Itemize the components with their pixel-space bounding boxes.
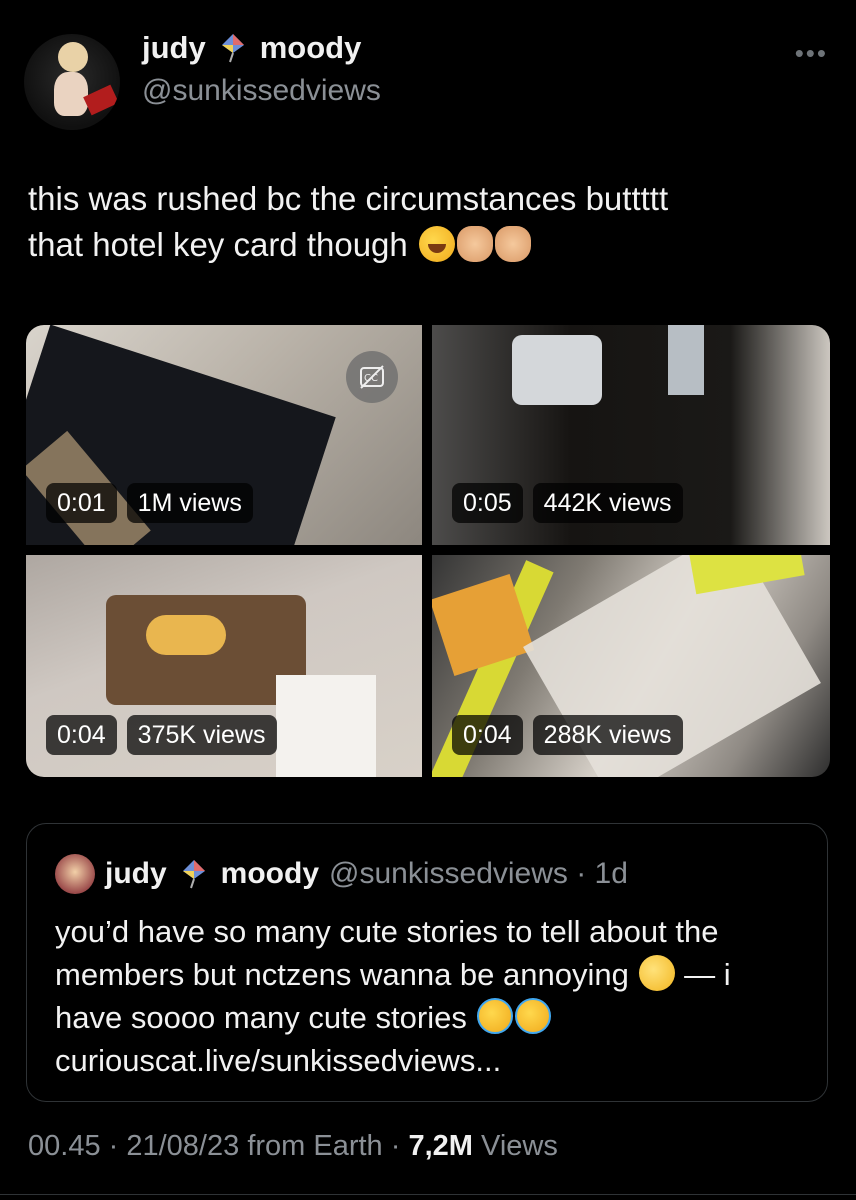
divider [0, 1194, 856, 1195]
video-views: 442K views [532, 483, 683, 523]
video-duration: 0:01 [46, 483, 117, 523]
quoted-handle-time: @sunkissedviews · 1d [329, 857, 628, 890]
crying-emoji [477, 998, 514, 1034]
author-name-first: judy [142, 30, 206, 65]
author-avatar[interactable] [24, 34, 120, 130]
media-grid: CC 0:01 1M views 0:05 442K views 0:04 37… [26, 325, 830, 777]
author-handle[interactable]: @sunkissedviews [142, 74, 381, 108]
quoted-text-line1: you’d have so many cute stories to tell … [55, 914, 719, 949]
video-thumbnail-1[interactable]: CC 0:01 1M views [26, 325, 422, 545]
quoted-post[interactable]: judy moody @sunkissedviews · 1d you’d ha… [26, 823, 828, 1102]
video-thumbnail-3[interactable]: 0:04 375K views [26, 555, 422, 777]
quoted-post-header: judy moody @sunkissedviews · 1d [55, 854, 628, 894]
views-count: 7,2M [408, 1130, 473, 1162]
video-duration: 0:04 [46, 715, 117, 755]
author-name-last: moody [259, 30, 362, 65]
video-thumbnail-2[interactable]: 0:05 442K views [432, 325, 830, 545]
post-source: from Earth [247, 1130, 383, 1162]
more-options-button[interactable]: ••• [795, 38, 828, 69]
views-label: Views [481, 1130, 558, 1162]
quoted-name-last: moody [220, 857, 320, 890]
raised-hands-emoji [456, 226, 493, 262]
quoted-name-first: judy [105, 857, 167, 890]
author-name[interactable]: judy moody [142, 30, 361, 66]
video-thumbnail-4[interactable]: 0:04 288K views [432, 555, 830, 777]
kite-icon [221, 34, 244, 63]
rolling-eyes-emoji [639, 955, 676, 991]
cc-icon[interactable]: CC [346, 351, 398, 403]
post-text: this was rushed bc the circumstances but… [28, 176, 818, 268]
post-time: 00.45 [28, 1130, 101, 1162]
laughing-emoji [418, 226, 455, 262]
quoted-link[interactable]: curiouscat.live/sunkissedviews... [55, 1039, 795, 1082]
quoted-text: you’d have so many cute stories to tell … [55, 910, 795, 1082]
video-duration: 0:05 [452, 483, 523, 523]
post-text-line1: this was rushed bc the circumstances but… [28, 180, 669, 217]
video-views: 288K views [532, 715, 683, 755]
quoted-text-line2: members but nctzens wanna be annoying — … [55, 955, 731, 992]
post-date: 21/08/23 [126, 1130, 240, 1162]
video-views: 375K views [126, 715, 277, 755]
kite-icon [182, 860, 205, 889]
post-meta-footer: 00.45 · 21/08/23 from Earth · 7,2M Views [28, 1130, 558, 1162]
video-duration: 0:04 [452, 715, 523, 755]
quoted-text-line3: have soooo many cute stories [55, 996, 795, 1039]
video-views: 1M views [126, 483, 253, 523]
post-text-line2: that hotel key card though [28, 222, 818, 268]
raised-hands-emoji [494, 226, 531, 262]
crying-emoji [515, 998, 552, 1034]
quoted-avatar [55, 854, 95, 894]
